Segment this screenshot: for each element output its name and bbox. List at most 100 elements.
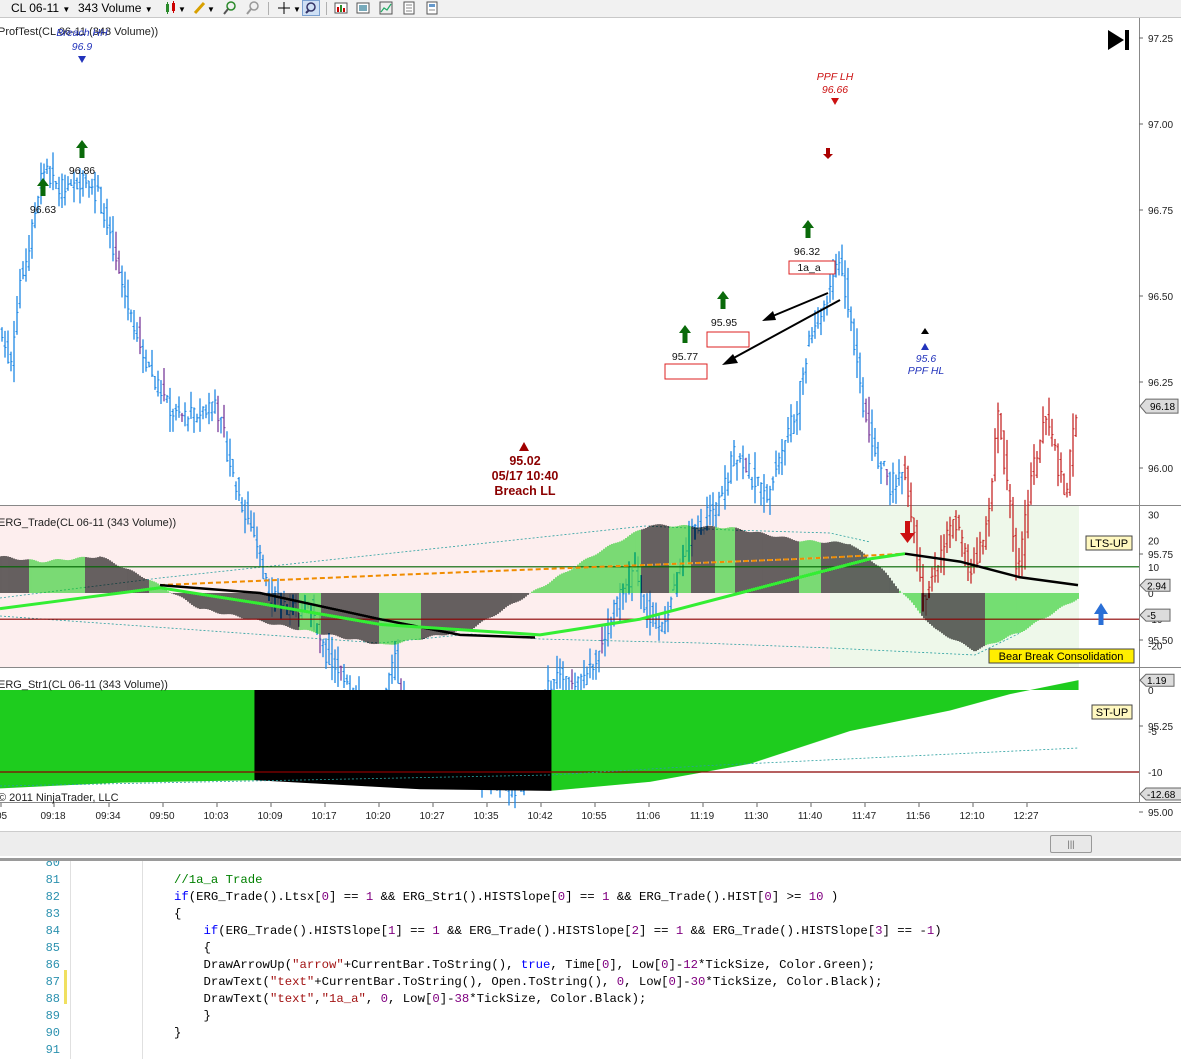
trade-panel-bg-green — [830, 506, 1079, 667]
line-number: 90 — [45, 1026, 60, 1040]
ppf-lh-label: PPF LH — [817, 71, 854, 83]
code-text: { — [174, 941, 211, 955]
code-text: DrawText("text"+CurrentBar.ToString(), O… — [174, 975, 883, 989]
interval-label: 343 Volume — [78, 1, 142, 15]
y-tick-label: 96.25 — [1148, 378, 1173, 389]
code-line[interactable]: 82 if(ERG_Trade().Ltsx[0] == 1 && ERG_Str… — [0, 889, 1181, 906]
y-tick-label: 95.00 — [1148, 808, 1173, 819]
editor-guide — [142, 861, 143, 1059]
y-tick-label: 96.50 — [1148, 292, 1173, 303]
y-tick-label: 96.75 — [1148, 206, 1173, 217]
signal-label: 95.95 — [711, 317, 737, 329]
data-box-icon[interactable] — [378, 0, 396, 16]
breach-ll-value: 95.02 — [509, 454, 540, 468]
st-up-label: ST-UP — [1096, 707, 1128, 719]
line-number: 80 — [45, 858, 60, 870]
breach-hh-value: 96.9 — [72, 41, 93, 53]
toolbar-separator — [268, 2, 269, 15]
x-tick-label: 10:42 — [527, 811, 552, 822]
value-badge-label: -12.68 — [1147, 790, 1176, 801]
pencil-icon[interactable]: ▼ — [192, 0, 215, 16]
data-box-icon[interactable] — [424, 0, 442, 16]
instrument-label: CL 06-11 — [11, 1, 60, 15]
crosshair-icon[interactable]: ▼ — [276, 0, 301, 16]
code-line[interactable]: 88 DrawText("text","1a_a", 0, Low[0]-38*… — [0, 991, 1181, 1008]
line-number: 87 — [45, 975, 60, 989]
setup-box-empty — [664, 363, 708, 380]
code-line[interactable]: 80 — [0, 858, 1181, 872]
ppf-hl-label: PPF HL — [908, 365, 945, 377]
y-tick-label: -20 — [1148, 641, 1163, 652]
str-panel-title: ERG_Str1(CL 06-11 (343 Volume)) — [0, 679, 168, 691]
trade-panel-title: ERG_Trade(CL 06-11 (343 Volume)) — [0, 517, 176, 529]
code-text: if(ERG_Trade().HISTSlope[1] == 1 && ERG_… — [203, 924, 942, 938]
y-tick-label: 95.75 — [1148, 550, 1173, 561]
x-tick-label: 11:06 — [636, 811, 661, 822]
y-tick-label: -5 — [1148, 727, 1157, 738]
ppf-hl-value: 95.6 — [916, 353, 937, 365]
ppf-lh-value: 96.66 — [822, 84, 848, 96]
line-number: 86 — [45, 958, 60, 972]
copyright-text: © 2011 NinjaTrader, LLC — [0, 792, 119, 804]
code-text: DrawText("text","1a_a", 0, Low[0]-38*Tic… — [174, 992, 647, 1006]
toolbar-separator — [326, 2, 327, 15]
code-line[interactable]: 89 } — [0, 1008, 1181, 1025]
setup-1a-a-label: 1a_a — [797, 262, 821, 274]
code-line[interactable]: 84 if(ERG_Trade().HISTSlope[1] == 1 && E… — [0, 923, 1181, 940]
line-number: 91 — [45, 1043, 60, 1057]
breach-ll-label: Breach LL — [494, 484, 555, 498]
code-text: } — [174, 1009, 211, 1023]
chart-toolbar: CL 06-11 ▼ 343 Volume ▼ ▼ ▼ ▼ — [0, 0, 1181, 18]
x-tick-label: 11:47 — [852, 811, 877, 822]
signal-label: 95.77 — [672, 351, 698, 363]
code-line[interactable]: 86 DrawArrowUp("arrow"+CurrentBar.ToStri… — [0, 957, 1181, 974]
horizontal-scrollbar[interactable]: ||| — [0, 831, 1181, 856]
code-line[interactable]: 91 — [0, 1042, 1181, 1059]
y-tick-label: 97.00 — [1148, 120, 1173, 131]
line-number: 83 — [45, 907, 60, 921]
chart-image-icon[interactable] — [355, 0, 373, 16]
zoom-in-icon[interactable] — [222, 0, 240, 16]
x-tick-label: 12:27 — [1013, 811, 1038, 822]
interval-selector[interactable]: 343 Volume ▼ — [78, 1, 153, 16]
candlestick-icon[interactable]: ▼ — [163, 0, 186, 16]
code-line[interactable]: 90} — [0, 1025, 1181, 1042]
y-tick-label: 20 — [1148, 537, 1160, 548]
code-line[interactable]: 81 //1a_a Trade — [0, 872, 1181, 889]
y-tick-label: 96.00 — [1148, 464, 1173, 475]
editor-guide — [70, 861, 71, 1059]
signal-label: 96.63 — [30, 204, 56, 216]
svg-text:▼: ▼ — [293, 5, 301, 14]
line-number: 84 — [45, 924, 60, 938]
zoom-out-icon[interactable] — [245, 0, 263, 16]
y-tick-label: 0 — [1148, 686, 1154, 697]
line-number: 89 — [45, 1009, 60, 1023]
instrument-selector[interactable]: CL 06-11 ▼ — [11, 1, 70, 16]
line-number: 82 — [45, 890, 60, 904]
data-box-icon[interactable] — [401, 0, 419, 16]
code-line[interactable]: 85 { — [0, 940, 1181, 957]
chart-properties-icon[interactable] — [333, 0, 351, 16]
code-line[interactable]: 83 { — [0, 906, 1181, 923]
x-tick-label: 10:09 — [257, 811, 282, 822]
setup-box-empty — [706, 331, 750, 348]
x-tick-label: 05 — [0, 811, 8, 822]
trade-panel-bg-right — [1079, 506, 1139, 667]
change-marker — [64, 970, 67, 1004]
breach-hh-label: Breach HH — [56, 27, 108, 39]
code-line[interactable]: 87 DrawText("text"+CurrentBar.ToString()… — [0, 974, 1181, 991]
lts-up-label: LTS-UP — [1090, 538, 1128, 550]
line-number: 81 — [45, 873, 60, 887]
scrollbar-thumb[interactable]: ||| — [1050, 835, 1092, 853]
value-badge-label: 2.94 — [1147, 581, 1167, 592]
code-editor[interactable]: 80 81 //1a_a Trade 82 if(ERG_Trade().Ltsx[0]… — [0, 858, 1181, 1059]
x-tick-label: 09:34 — [95, 811, 120, 822]
x-tick-label: 10:55 — [581, 811, 606, 822]
x-tick-label: 10:03 — [203, 811, 228, 822]
code-text: { — [174, 907, 182, 921]
chart-area[interactable]: 97.2597.0096.7596.5096.2596.0095.7595.50… — [0, 18, 1181, 858]
x-tick-label: 10:27 — [419, 811, 444, 822]
zoom-select-icon[interactable] — [302, 0, 320, 16]
y-tick-label: 97.25 — [1148, 34, 1173, 45]
bear-break-label: Bear Break Consolidation — [999, 651, 1124, 663]
